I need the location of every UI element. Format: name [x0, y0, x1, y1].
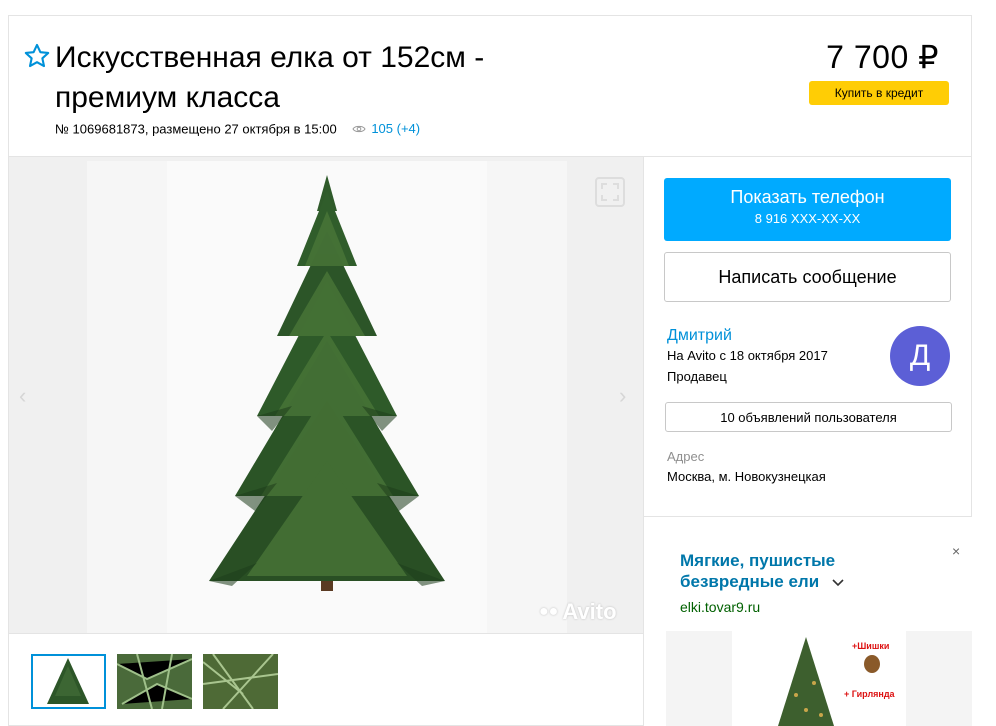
- avito-watermark: ●● Avito: [539, 599, 617, 624]
- next-photo-button[interactable]: ›: [619, 383, 626, 409]
- price: 7 700 ₽: [826, 39, 939, 75]
- seller-role: Продавец: [667, 369, 727, 384]
- thumbnail-1[interactable]: [31, 654, 106, 709]
- prev-photo-button[interactable]: ‹: [19, 383, 26, 409]
- ad-url-link[interactable]: elki.tovar9.ru: [680, 599, 760, 615]
- views-counter: 105 (+4): [352, 121, 420, 136]
- user-listings-button[interactable]: 10 объявлений пользователя: [665, 402, 952, 432]
- ad-title-link[interactable]: Мягкие, пушистые безвредные ели: [680, 550, 900, 592]
- buy-on-credit-button[interactable]: Купить в кредит: [809, 81, 949, 105]
- pine-cone-image: [864, 655, 880, 673]
- chevron-down-icon: [832, 578, 844, 586]
- show-phone-label: Показать телефон: [730, 187, 885, 207]
- seller-name-link[interactable]: Дмитрий: [667, 327, 732, 345]
- listing-page: Искусственная елка от 152см - премиум кл…: [0, 0, 996, 726]
- listing-title: Искусственная елка от 152см - премиум кл…: [55, 41, 485, 114]
- phone-number: 8 916 XXX-XX-XX: [754, 211, 861, 226]
- listing-header: Искусственная елка от 152см - премиум кл…: [8, 15, 972, 156]
- branch-thumbnail-image: [117, 654, 192, 709]
- thumbnail-3[interactable]: [203, 654, 278, 709]
- ad-image[interactable]: +Шишки + Гирлянда: [666, 631, 972, 726]
- tree-thumbnail-image: [47, 658, 89, 704]
- fullscreen-icon[interactable]: [595, 177, 625, 207]
- star-outline-icon[interactable]: [23, 42, 51, 70]
- seller-panel: Показать телефон 8 916 XXX-XX-XX Написат…: [644, 156, 972, 517]
- show-phone-button[interactable]: Показать телефон 8 916 XXX-XX-XX: [664, 178, 951, 241]
- main-photo[interactable]: ●● Avito: [87, 161, 617, 633]
- ad-tag-cones: +Шишки: [852, 641, 890, 651]
- thumbnail-strip: [8, 634, 644, 726]
- eye-icon: [352, 125, 366, 132]
- avatar[interactable]: Д: [890, 326, 950, 386]
- seller-since: На Avito с 18 октября 2017: [667, 348, 828, 363]
- christmas-tree-image: [209, 175, 445, 591]
- listing-meta: № 1069681873, размещено 27 октября в 15:…: [55, 121, 420, 137]
- photo-gallery[interactable]: ●● Avito ‹ ›: [8, 156, 644, 634]
- listing-id-date: № 1069681873, размещено 27 октября в 15:…: [55, 121, 337, 137]
- thumbnail-2[interactable]: [117, 654, 192, 709]
- sponsored-ad: × Мягкие, пушистые безвредные ели elki.t…: [664, 537, 972, 726]
- address-value: Москва, м. Новокузнецкая: [667, 469, 826, 484]
- views-count: 105 (+4): [371, 121, 421, 136]
- close-icon[interactable]: ×: [952, 543, 960, 559]
- ad-tag-garland: + Гирлянда: [844, 689, 895, 699]
- send-message-button[interactable]: Написать сообщение: [664, 252, 951, 302]
- branch-thumbnail-image: [203, 654, 278, 709]
- address-label: Адрес: [667, 449, 705, 464]
- ad-tree-image: [778, 637, 834, 726]
